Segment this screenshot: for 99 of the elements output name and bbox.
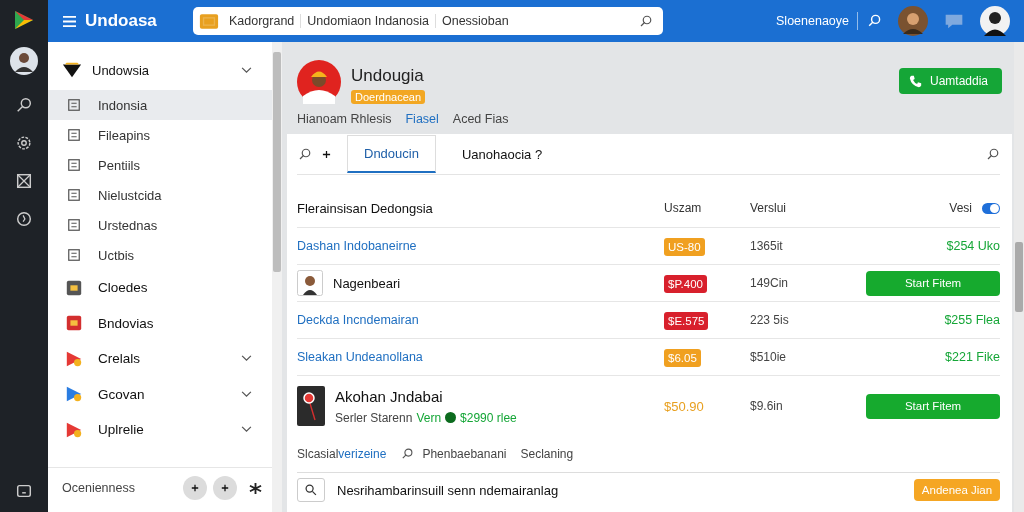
- clock-icon[interactable]: [15, 210, 33, 228]
- profile-tab[interactable]: Fiasel: [405, 112, 439, 126]
- list-icon: [67, 218, 81, 232]
- list-icon: [67, 248, 81, 262]
- grid-icon[interactable]: [15, 172, 33, 190]
- asterisk-icon[interactable]: [249, 481, 262, 495]
- row-link[interactable]: Sleakan Undeanollana: [297, 350, 423, 364]
- price-badge: $P.400: [664, 275, 707, 293]
- sidebar-item[interactable]: Cloedes: [48, 270, 272, 306]
- sidebar-item[interactable]: Uplrelie: [48, 412, 272, 448]
- search-icon[interactable]: [297, 146, 312, 162]
- search-icon[interactable]: [400, 447, 415, 461]
- scrollbar-thumb[interactable]: [273, 52, 281, 272]
- phone-icon: [908, 74, 922, 88]
- sidebar-item[interactable]: Nielustcida: [48, 180, 272, 210]
- list-icon: [67, 98, 81, 112]
- table-cell-text: 1365it: [750, 239, 784, 253]
- ticket-icon: [199, 12, 219, 30]
- monitor-icon[interactable]: [15, 482, 33, 500]
- menu-icon[interactable]: [62, 14, 77, 28]
- search-segment[interactable]: Undomiaon Indanosia: [300, 14, 435, 28]
- profile-avatar: [297, 60, 341, 104]
- row-link[interactable]: Dashan Indobaneirne: [297, 239, 417, 253]
- table-cell-text: 149Cin: [750, 276, 790, 290]
- account-label[interactable]: Sloenenaoye: [776, 14, 849, 28]
- search-segment[interactable]: Kadorgrand: [223, 14, 301, 28]
- row-link[interactable]: Deckda Incndemairan: [297, 313, 419, 327]
- row-subtitle: Serler Starenn: [335, 410, 413, 425]
- price-badge: $6.05: [664, 349, 701, 367]
- sidebar-item[interactable]: Indonsia: [48, 90, 272, 120]
- table-cell-text: $510ie: [750, 350, 788, 364]
- app-icon: [64, 314, 84, 333]
- list-icon: [67, 128, 81, 142]
- list-icon: [67, 158, 81, 172]
- sidebar-item[interactable]: Urstednas: [48, 210, 272, 240]
- table-cell-text: 223 5is: [750, 313, 790, 327]
- status-dot-icon: [445, 412, 457, 423]
- avatar-icon[interactable]: [9, 46, 39, 76]
- row-name: Akohan Jndabai: [335, 387, 444, 405]
- price-text: $50.90: [664, 399, 704, 414]
- chevron-icon: [241, 66, 252, 74]
- add-button[interactable]: [183, 476, 207, 500]
- footer-link[interactable]: Phenbaebanani: [422, 447, 507, 461]
- plus-icon: [221, 484, 229, 492]
- column-header: Vesi: [949, 201, 972, 215]
- profile-tab[interactable]: Hianoam Rhlesis: [297, 112, 392, 126]
- tab[interactable]: Uanohaocia ?: [445, 136, 559, 172]
- footer-link[interactable]: Slcasialverizeine: [297, 447, 387, 461]
- app-title: Undoasa: [85, 11, 158, 31]
- section-dropdown[interactable]: Undowsia: [48, 56, 272, 84]
- amount-text: $221 Fike: [945, 350, 1000, 364]
- search-segment[interactable]: Onessioban: [434, 14, 515, 28]
- scrollbar-thumb[interactable]: [1015, 242, 1023, 312]
- app-icon: [64, 385, 84, 404]
- search-icon[interactable]: [866, 13, 882, 29]
- list-icon: [67, 188, 81, 202]
- tab[interactable]: Dndoucin: [347, 135, 436, 173]
- chevron-icon: [241, 390, 252, 398]
- table-cell-text: $9.6in: [750, 399, 784, 413]
- sidebar-item[interactable]: Gcovan: [48, 376, 272, 412]
- profile-tag: Doerdnacean: [351, 90, 426, 104]
- pin-icon: [297, 386, 325, 426]
- sidebar-item[interactable]: Crelals: [48, 341, 272, 377]
- profile-tab[interactable]: Aced Fias: [452, 112, 509, 126]
- app-icon: [64, 349, 84, 368]
- row-name: Nagenbeari: [333, 275, 401, 291]
- toggle-switch[interactable]: [982, 202, 1000, 214]
- plus-icon: [191, 484, 199, 492]
- chevron-icon: [241, 355, 252, 363]
- settings-icon[interactable]: [15, 134, 33, 152]
- plus-icon[interactable]: [322, 149, 331, 159]
- shield-icon: [62, 61, 82, 79]
- add-button[interactable]: [213, 476, 237, 500]
- row-price: $2990 rlee: [460, 410, 517, 425]
- footer-link[interactable]: Seclaning: [520, 447, 574, 461]
- price-badge: US-80: [664, 238, 705, 256]
- chevron-icon: [241, 426, 252, 434]
- search-icon[interactable]: [638, 13, 653, 29]
- footer-label: Ocenienness: [62, 481, 135, 495]
- person-avatar: [297, 270, 323, 296]
- app-icon: [64, 420, 84, 439]
- sidebar-item[interactable]: Fileapins: [48, 120, 272, 150]
- search-icon[interactable]: [15, 96, 33, 114]
- search-field[interactable]: Kadorgrand Undomiaon Indanosia Onessioban: [193, 7, 663, 35]
- search-icon[interactable]: [985, 146, 1000, 162]
- avatar-icon[interactable]: [898, 6, 928, 36]
- sidebar-item[interactable]: Bndovias: [48, 305, 272, 341]
- profile-name: Undougia: [351, 66, 424, 86]
- column-header: Flerainsisan Dedongsia: [297, 200, 434, 216]
- search-icon: [304, 483, 318, 497]
- amount-text: $255 Flea: [944, 313, 1000, 327]
- sidebar-item[interactable]: Uctbis: [48, 240, 272, 270]
- column-header: Uszam: [664, 201, 703, 215]
- price-badge: $E.575: [664, 312, 709, 330]
- sidebar-item[interactable]: Pentiils: [48, 150, 272, 180]
- amount-text: $254 Uko: [946, 239, 1000, 253]
- column-header: Verslui: [750, 201, 788, 215]
- app-icon: [64, 278, 84, 297]
- avatar-icon[interactable]: [980, 6, 1010, 36]
